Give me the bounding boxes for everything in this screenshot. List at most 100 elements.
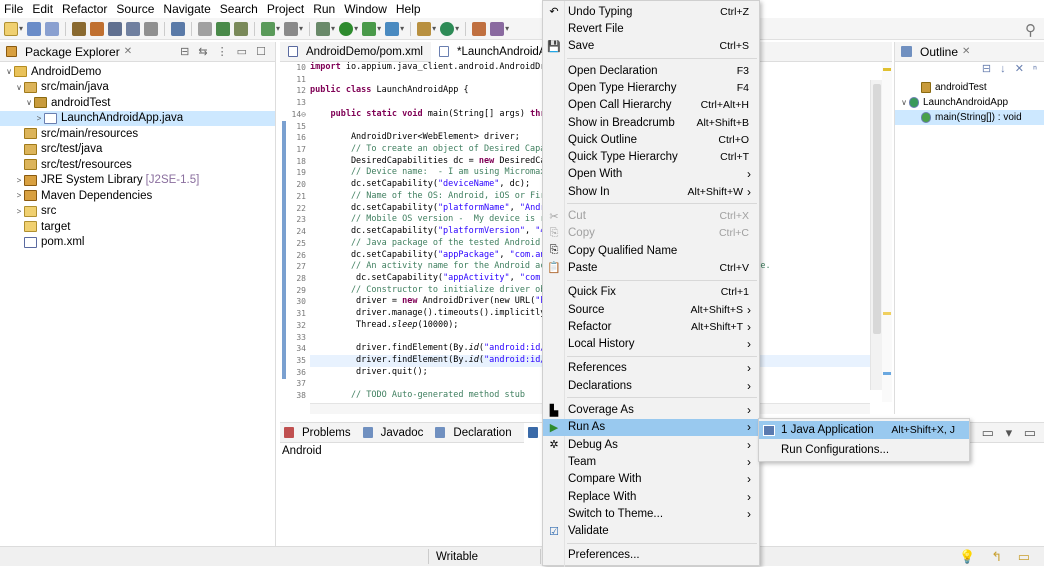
menu-item-open-call-hierarchy[interactable]: Open Call Hierarchy Ctrl+Alt+H bbox=[543, 97, 759, 115]
menu-item-compare-with[interactable]: Compare With › bbox=[543, 471, 759, 489]
menu-item-show-in-breadcrumb[interactable]: Show in Breadcrumb Alt+Shift+B bbox=[543, 114, 759, 132]
new-icon[interactable] bbox=[4, 21, 18, 36]
tree-item-launchandroidapp-java[interactable]: > LaunchAndroidApp.java bbox=[0, 110, 275, 126]
menu-item-cut[interactable]: ✂ Cut Ctrl+X bbox=[543, 207, 759, 225]
tree-item-pom-xml[interactable]: pom.xml bbox=[0, 235, 275, 251]
overview-marker[interactable] bbox=[883, 312, 891, 315]
tree-item-src-test-resources[interactable]: src/test/resources bbox=[0, 157, 275, 173]
tab-declaration[interactable]: Declaration bbox=[435, 427, 512, 439]
search-tool-icon[interactable] bbox=[490, 21, 505, 36]
console-toolbar[interactable]: ⇱ ▭ ▾ ▭ bbox=[959, 425, 1040, 441]
menu-item-copy-qualified-name[interactable]: ⎘ Copy Qualified Name bbox=[543, 242, 759, 260]
tree-item-maven-dependencies[interactable]: > Maven Dependencies bbox=[0, 188, 275, 204]
outline-item-main-string-void[interactable]: main(String[]) : void bbox=[895, 110, 1044, 125]
menu-item-coverage-as[interactable]: ▙ Coverage As › bbox=[543, 401, 759, 419]
tree-item-jre-system-library[interactable]: > JRE System Library [J2SE-1.5] bbox=[0, 173, 275, 189]
menu-item-show-in[interactable]: Show In Alt+Shift+W › bbox=[543, 183, 759, 201]
menu-help[interactable]: Help bbox=[396, 2, 421, 16]
menu-item-team[interactable]: Team › bbox=[543, 453, 759, 471]
menu-edit[interactable]: Edit bbox=[32, 2, 53, 16]
build-icon[interactable] bbox=[216, 21, 231, 36]
menu-item-references[interactable]: References › bbox=[543, 360, 759, 378]
menu-file[interactable]: File bbox=[4, 2, 23, 16]
pin-icon[interactable] bbox=[72, 21, 87, 36]
block-selection-icon[interactable] bbox=[126, 21, 141, 36]
run-icon[interactable] bbox=[339, 21, 354, 36]
tree-item-target[interactable]: target bbox=[0, 219, 275, 235]
close-icon[interactable]: ✕ bbox=[962, 46, 970, 57]
menu-item-local-history[interactable]: Local History › bbox=[543, 335, 759, 353]
expand-toggle-icon[interactable]: ∨ bbox=[24, 98, 34, 107]
console-icon[interactable] bbox=[171, 21, 186, 36]
menu-item-quick-type-hierarchy[interactable]: Quick Type Hierarchy Ctrl+T bbox=[543, 148, 759, 166]
menu-item-open-type-hierarchy[interactable]: Open Type Hierarchy F4 bbox=[543, 79, 759, 97]
tree-item-src[interactable]: > src bbox=[0, 204, 275, 220]
toggle-breadcrumb-icon[interactable] bbox=[108, 21, 123, 36]
outline-item-launchandroidapp[interactable]: ∨ LaunchAndroidApp bbox=[895, 95, 1044, 110]
expand-toggle-icon[interactable]: > bbox=[14, 191, 24, 200]
open-type-icon[interactable] bbox=[284, 21, 299, 36]
menu-project[interactable]: Project bbox=[267, 2, 304, 16]
menu-navigate[interactable]: Navigate bbox=[163, 2, 210, 16]
external-tools-icon[interactable] bbox=[385, 21, 400, 36]
outline-toolbar[interactable]: ⊟ ↓ ✕ ⁿ bbox=[895, 62, 1044, 80]
editor-tab-androiddemo-pom-xml[interactable]: AndroidDemo/pom.xml bbox=[280, 42, 431, 62]
tree-item-src-test-java[interactable]: src/test/java bbox=[0, 142, 275, 158]
menu-item-copy[interactable]: ⎘ Copy Ctrl+C bbox=[543, 225, 759, 243]
status-icons[interactable]: 💡 ↰ ▭ bbox=[959, 549, 1036, 565]
scroll-thumb[interactable] bbox=[873, 84, 881, 334]
skip-breakpoints-icon[interactable] bbox=[198, 21, 213, 36]
tab-javadoc[interactable]: Javadoc bbox=[362, 427, 423, 439]
highlight-icon[interactable] bbox=[90, 21, 105, 36]
validate-icon[interactable] bbox=[261, 21, 276, 36]
new-java-class-icon[interactable] bbox=[440, 21, 455, 36]
menu-source[interactable]: Source bbox=[116, 2, 154, 16]
menu-item-save[interactable]: 💾 Save Ctrl+S bbox=[543, 38, 759, 56]
expand-toggle-icon[interactable]: > bbox=[14, 207, 24, 216]
menu-run[interactable]: Run bbox=[313, 2, 335, 16]
tree-item-src-main-resources[interactable]: src/main/resources bbox=[0, 126, 275, 142]
tab-package-explorer[interactable]: Package Explorer ✕ bbox=[6, 45, 132, 59]
package-explorer-view-buttons[interactable]: ⊟ ⇆ ⋮ ▭ ☐ bbox=[180, 45, 269, 58]
menu-item-open-declaration[interactable]: Open Declaration F3 bbox=[543, 62, 759, 80]
open-perspective-icon[interactable] bbox=[472, 21, 487, 36]
tab-problems[interactable]: Problems bbox=[284, 427, 351, 439]
save-icon[interactable] bbox=[27, 21, 42, 36]
show-whitespace-icon[interactable] bbox=[144, 21, 159, 36]
menu-item-switch-to-theme[interactable]: Switch to Theme... › bbox=[543, 505, 759, 523]
menu-search[interactable]: Search bbox=[220, 2, 258, 16]
tab-outline[interactable]: Outline ✕ bbox=[901, 45, 970, 59]
debug-icon[interactable] bbox=[316, 21, 331, 36]
tree-item-androiddemo[interactable]: ∨ AndroidDemo bbox=[0, 64, 275, 80]
outline-item-androidtest[interactable]: androidTest bbox=[895, 80, 1044, 95]
expand-toggle-icon[interactable]: > bbox=[34, 114, 44, 123]
menu-item-declarations[interactable]: Declarations › bbox=[543, 377, 759, 395]
menu-item-source[interactable]: Source Alt+Shift+S › bbox=[543, 301, 759, 319]
tree-item-androidtest[interactable]: ∨ androidTest bbox=[0, 95, 275, 111]
coverage-icon[interactable] bbox=[362, 21, 377, 36]
menu-item-revert-file[interactable]: Revert File bbox=[543, 20, 759, 38]
submenu-item-run-configurations[interactable]: Run Configurations... bbox=[759, 441, 969, 459]
menu-item-validate[interactable]: ☑ Validate bbox=[543, 522, 759, 540]
menu-item-replace-with[interactable]: Replace With › bbox=[543, 488, 759, 506]
menu-window[interactable]: Window bbox=[344, 2, 387, 16]
menu-item-paste[interactable]: 📋 Paste Ctrl+V bbox=[543, 259, 759, 277]
menu-item-quick-fix[interactable]: Quick Fix Ctrl+1 bbox=[543, 284, 759, 302]
menu-item-quick-outline[interactable]: Quick Outline Ctrl+O bbox=[543, 131, 759, 149]
close-icon[interactable]: ✕ bbox=[124, 46, 132, 57]
new-java-package-icon[interactable] bbox=[417, 21, 432, 36]
overview-marker[interactable] bbox=[883, 372, 891, 375]
save-all-icon[interactable] bbox=[45, 21, 60, 36]
expand-toggle-icon[interactable]: ∨ bbox=[899, 98, 909, 107]
menu-refactor[interactable]: Refactor bbox=[62, 2, 107, 16]
expand-toggle-icon[interactable]: > bbox=[14, 176, 24, 185]
menu-item-open-with[interactable]: Open With › bbox=[543, 166, 759, 184]
overview-marker[interactable] bbox=[883, 68, 891, 71]
search-icon[interactable]: ⚲ bbox=[1025, 21, 1036, 39]
menu-item-debug-as[interactable]: ✲ Debug As › bbox=[543, 436, 759, 454]
menu-item-undo-typing[interactable]: ↶ Undo Typing Ctrl+Z bbox=[543, 3, 759, 21]
menu-item-preferences[interactable]: Preferences... bbox=[543, 547, 759, 565]
tree-item-src-main-java[interactable]: ∨ src/main/java bbox=[0, 80, 275, 96]
expand-toggle-icon[interactable]: ∨ bbox=[4, 67, 14, 76]
task-icon[interactable] bbox=[234, 21, 249, 36]
